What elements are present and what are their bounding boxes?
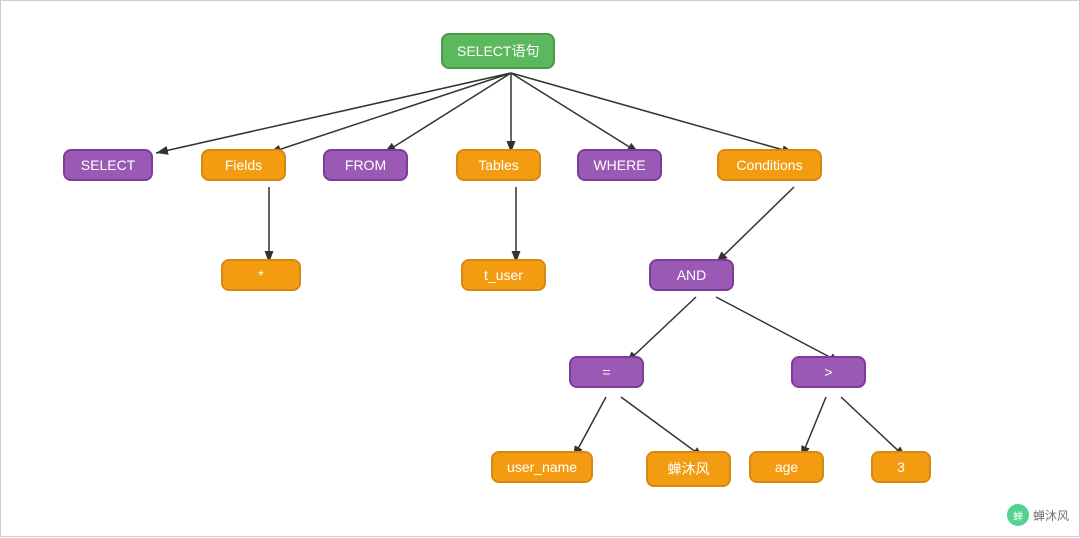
node-gt: > <box>791 356 866 388</box>
node-star: * <box>221 259 301 291</box>
node-user-name: user_name <box>491 451 593 483</box>
node-where: WHERE <box>577 149 662 181</box>
node-select: SELECT <box>63 149 153 181</box>
diagram-canvas: SELECT语句 SELECT Fields FROM Tables WHERE… <box>0 0 1080 537</box>
watermark-icon: 蝉 <box>1007 504 1029 526</box>
node-fields: Fields <box>201 149 286 181</box>
node-conditions: Conditions <box>717 149 822 181</box>
node-t-user: t_user <box>461 259 546 291</box>
watermark: 蝉 蝉沐风 <box>1007 504 1069 526</box>
node-age: age <box>749 451 824 483</box>
node-tables: Tables <box>456 149 541 181</box>
node-from: FROM <box>323 149 408 181</box>
node-value-name: 蝉沐风 <box>646 451 731 487</box>
node-eq: = <box>569 356 644 388</box>
node-and: AND <box>649 259 734 291</box>
node-root: SELECT语句 <box>441 33 555 69</box>
node-value-3: 3 <box>871 451 931 483</box>
watermark-text: 蝉沐风 <box>1033 507 1069 524</box>
